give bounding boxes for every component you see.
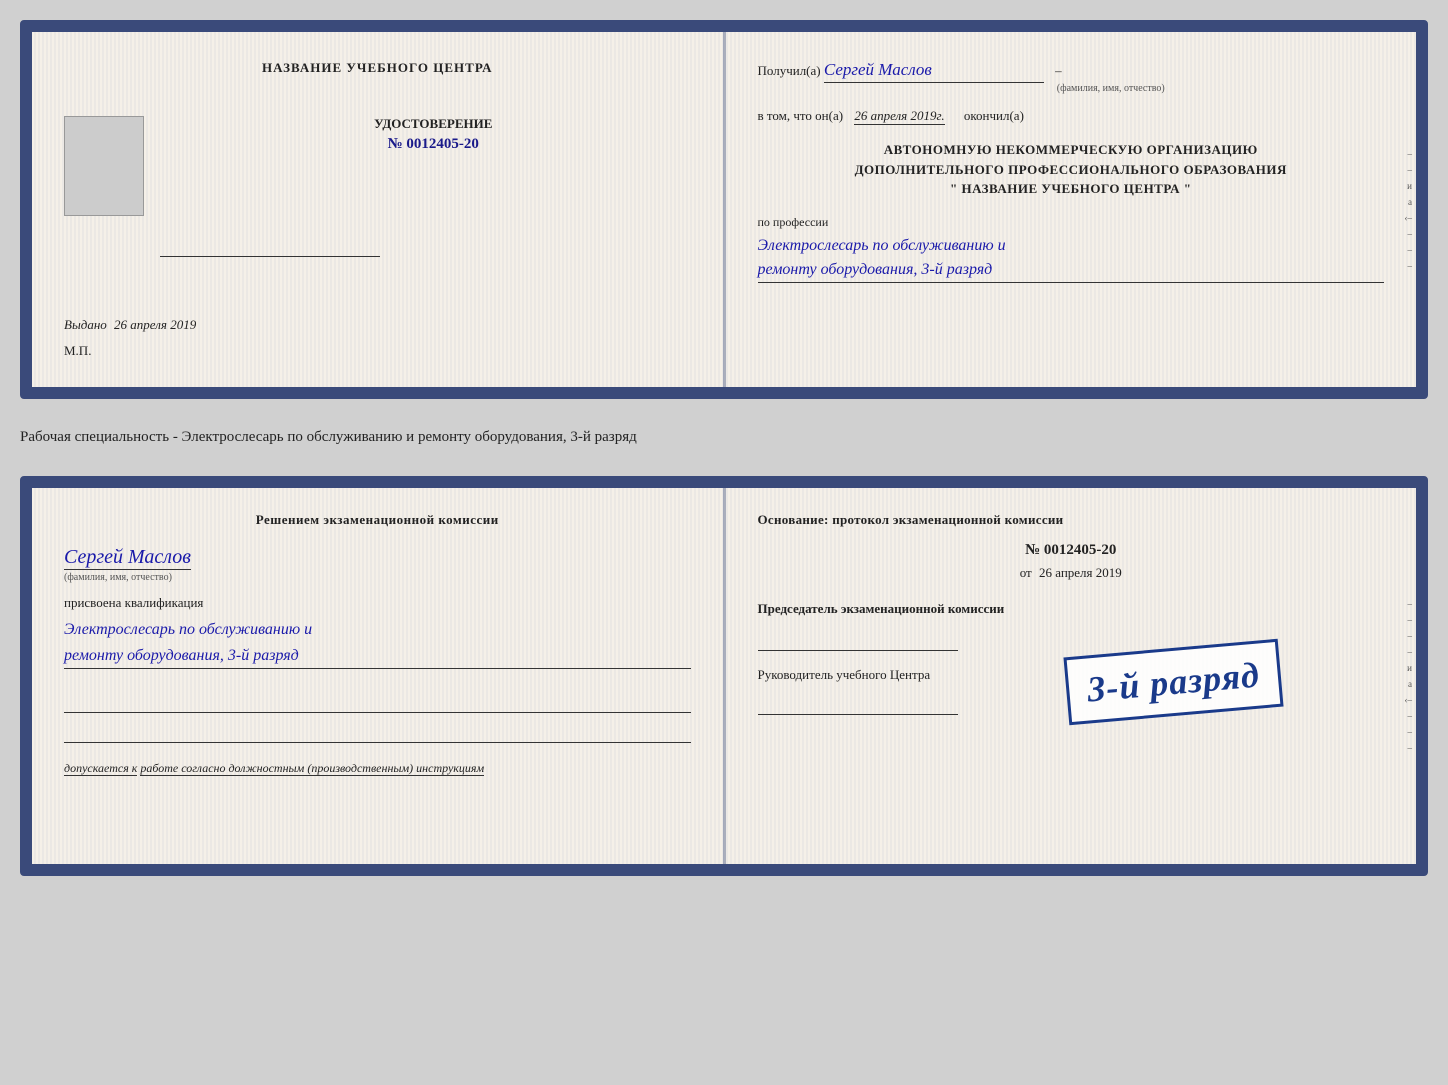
cert1-po-professii-label: по профессии [758, 215, 1385, 230]
cert2-qual-line2: ремонту оборудования, 3-й разряд [64, 647, 299, 664]
cert1-issued-date: 26 апреля 2019 [114, 317, 196, 332]
cert2-side-decorations: – – – – и а ‹– – – – [1396, 488, 1416, 864]
cert2-ot-prefix: от [1020, 565, 1032, 580]
cert1-issued-line: Выдано 26 апреля 2019 [64, 317, 691, 333]
cert1-profession-line2: ремонту оборудования, 3-й разряд [758, 261, 993, 278]
cert1-number: № 0012405-20 [176, 136, 691, 153]
certificate-card-1: НАЗВАНИЕ УЧЕБНОГО ЦЕНТРА УДОСТОВЕРЕНИЕ №… [20, 20, 1428, 399]
cert2-qualification: Электрослесарь по обслуживанию и ремонту… [64, 617, 691, 669]
cert1-vtom-date: 26 апреля 2019г. [854, 108, 944, 125]
cert1-photo [64, 116, 144, 216]
cert1-profession-line1: Электрослесарь по обслуживанию и [758, 237, 1006, 254]
cert1-left-panel: НАЗВАНИЕ УЧЕБНОГО ЦЕНТРА УДОСТОВЕРЕНИЕ №… [32, 32, 723, 387]
certificate-card-2: Решением экзаменационной комиссии Сергей… [20, 476, 1428, 876]
cert1-recipient-name: Сергей Маслов [824, 60, 1044, 83]
cert1-vtom-label: в том, что он(а) [758, 108, 844, 123]
cert1-school-title: НАЗВАНИЕ УЧЕБНОГО ЦЕНТРА [64, 60, 691, 76]
cert1-mp: М.П. [64, 343, 691, 359]
cert2-title: Решением экзаменационной комиссии [64, 512, 691, 528]
cert2-dopuskaetsya-prefix: допускается к [64, 761, 137, 776]
cert2-rukovoditel-sig [758, 687, 958, 715]
cert2-dopuskaetsya: допускается к работе согласно должностны… [64, 759, 691, 777]
cert2-qual-line1: Электрослесарь по обслуживанию и [64, 621, 312, 638]
cert2-prisvoena-label: присвоена квалификация [64, 595, 691, 611]
separator-text: Рабочая специальность - Электрослесарь п… [20, 417, 1428, 458]
cert1-side-decorations: – – и а ‹– – – – [1396, 32, 1416, 387]
cert2-protocol-num: № 0012405-20 [758, 542, 1385, 559]
cert2-name-block: Сергей Маслов (фамилия, имя, отчество) [64, 546, 691, 583]
page-wrapper: НАЗВАНИЕ УЧЕБНОГО ЦЕНТРА УДОСТОВЕРЕНИЕ №… [20, 20, 1428, 876]
cert1-dash: – [1055, 63, 1062, 78]
cert1-issued-label: Выдано [64, 317, 107, 332]
cert1-fio-label: (фамилия, имя, отчество) [838, 83, 1385, 94]
cert1-poluchil-label: Получил(а) [758, 63, 821, 78]
cert2-left-panel: Решением экзаменационной комиссии Сергей… [32, 488, 723, 864]
cert2-osnovanie-label: Основание: протокол экзаменационной коми… [758, 512, 1385, 528]
cert1-org-line2: ДОПОЛНИТЕЛЬНОГО ПРОФЕССИОНАЛЬНОГО ОБРАЗО… [758, 160, 1385, 180]
cert1-right-panel: Получил(а) Сергей Маслов – (фамилия, имя… [726, 32, 1417, 387]
cert2-name: Сергей Маслов [64, 546, 191, 570]
cert2-sig-lines [64, 689, 691, 743]
cert1-org-name: " НАЗВАНИЕ УЧЕБНОГО ЦЕНТРА " [758, 179, 1385, 199]
cert1-org-line1: АВТОНОМНУЮ НЕКОММЕРЧЕСКУЮ ОРГАНИЗАЦИЮ [758, 140, 1385, 160]
cert2-dopuskaetsya-text: работе согласно должностным (производств… [140, 761, 484, 776]
cert2-predsedatel-sig [758, 623, 958, 651]
cert1-okonchil-label: окончил(а) [964, 108, 1024, 123]
cert1-profession: Электрослесарь по обслуживанию и ремонту… [758, 234, 1385, 283]
cert2-fio-label: (фамилия, имя, отчество) [64, 572, 691, 583]
cert2-sig-line-2 [64, 719, 691, 743]
cert2-predsedatel-label: Председатель экзаменационной комиссии [758, 601, 1385, 617]
cert2-ot-date-value: 26 апреля 2019 [1039, 565, 1122, 580]
cert1-vtom-line: в том, что он(а) 26 апреля 2019г. окончи… [758, 108, 1385, 124]
cert1-udostoverenie-label: УДОСТОВЕРЕНИЕ [176, 116, 691, 132]
cert2-ot-date: от 26 апреля 2019 [758, 565, 1385, 581]
cert1-org-block: АВТОНОМНУЮ НЕКОММЕРЧЕСКУЮ ОРГАНИЗАЦИЮ ДО… [758, 140, 1385, 199]
cert1-poluchil: Получил(а) Сергей Маслов – (фамилия, имя… [758, 60, 1385, 94]
cert2-right-panel: Основание: протокол экзаменационной коми… [726, 488, 1417, 864]
stamp-text: 3-й разряд [1085, 655, 1261, 710]
cert2-sig-line-1 [64, 689, 691, 713]
cert2-predsedatel-block: Председатель экзаменационной комиссии [758, 601, 1385, 651]
